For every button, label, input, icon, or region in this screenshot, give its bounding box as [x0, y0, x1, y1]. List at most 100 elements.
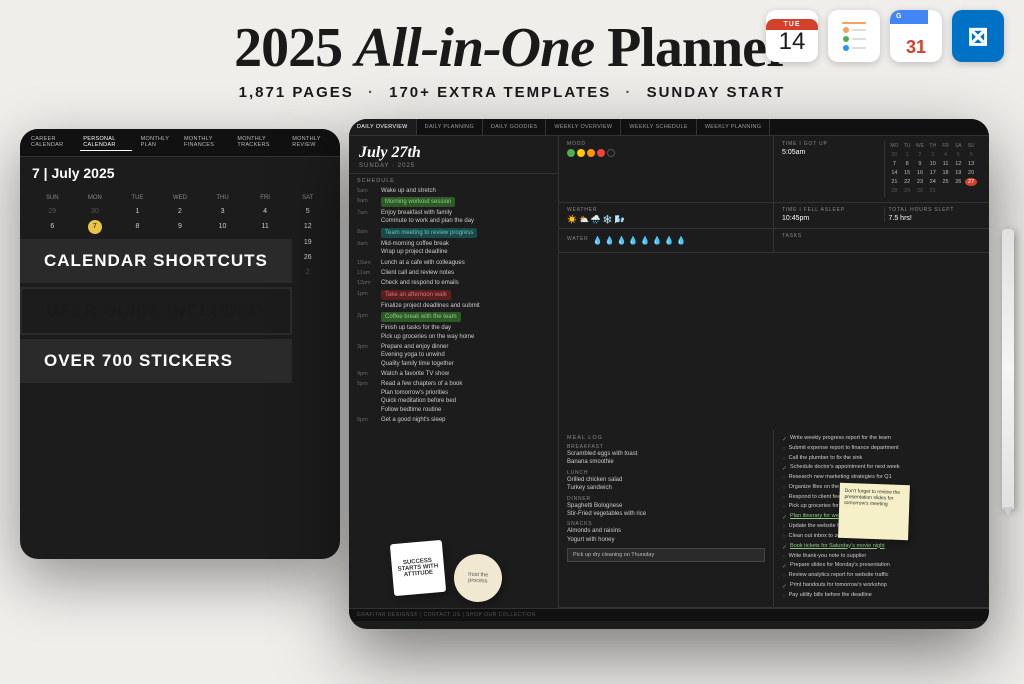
mini-cal-days: 30 1 2 3 4 5 6 7 8 9 [889, 151, 978, 195]
mini-calendar-cell: MO TU WE TH FR SA SU 3 [884, 141, 982, 197]
tab-weekly-planning[interactable]: WEEKLY PLANNING [697, 119, 771, 135]
time-fell-asleep-label: TIME I FELL ASLEEP [782, 207, 880, 213]
cal-day: 4 [245, 205, 286, 218]
planner-date-block: July 27th SUNDAY · 2025 [349, 136, 558, 174]
tasks-label-cell: TASKS [774, 229, 989, 252]
water-drop-5: 💧 [640, 236, 650, 245]
meal-item-dinner: DINNER Spaghetti BologneseStir-Fried veg… [567, 496, 765, 519]
mood-dot-green [567, 149, 575, 157]
calendar-month-header: 7 | July 2025 [20, 157, 340, 189]
cal-day: 30 [75, 205, 116, 218]
sticky-note-text: Don't forget to review the presentation … [844, 488, 900, 508]
water-drop-empty: 💧 [652, 236, 662, 245]
cal-day: 2 [160, 205, 201, 218]
mini-cal-header: MO TU WE TH FR SA SU [889, 143, 978, 149]
stylus [1002, 229, 1014, 509]
water-label: WATER [567, 236, 589, 242]
task-item: ○Pay utility bills before the deadline [782, 592, 981, 600]
tasks-label: TASKS [782, 233, 981, 239]
tab-daily-planning[interactable]: DAILY PLANNING [417, 119, 483, 135]
schedule-label: SCHEDULE [357, 178, 550, 184]
tab-weekly-schedule[interactable]: WEEKLY SCHEDULE [621, 119, 696, 135]
time-got-up-label: TIME I GOT UP [782, 141, 880, 147]
task-item: ○Submit expense report to finance depart… [782, 445, 981, 453]
badge-user-guide: USER GUIDE INCLUDED [20, 287, 292, 335]
meal-log-label: MEAL LOG [567, 435, 765, 441]
tab-monthly-review[interactable]: MONTHLY REVIEW [289, 134, 332, 151]
task-item: ✓Print handouts for tomorrow's workshop [782, 582, 981, 590]
cal-day: 6 [32, 220, 73, 234]
weather-icons: ☀️ ⛅ 🌧️ ❄️ 🌬️ [567, 215, 625, 224]
schedule-item: 4pm Watch a favorite TV show [357, 370, 550, 378]
cal-day-today: 7 [88, 220, 102, 234]
sleep-tracker: TIME I GOT UP 5:05am MO TU WE TH [774, 136, 989, 202]
tab-weekly-overview[interactable]: WEEKLY OVERVIEW [546, 119, 621, 135]
weather-water-row: WEATHER ☀️ ⛅ 🌧️ ❄️ 🌬️ TIME I FELL ASLEEP… [559, 203, 989, 229]
tab-daily-overview[interactable]: DAILY OVERVIEW [349, 119, 417, 135]
time-got-up-value: 5:05am [782, 149, 880, 156]
water-row: WATER 💧 💧 💧 💧 💧 💧 💧 💧 [559, 229, 989, 253]
task-item: ✓Book tickets for Saturday's movie night [782, 543, 981, 551]
cal-day: 26 [287, 251, 328, 264]
cal-day: 29 [32, 205, 73, 218]
title-italic: All-in-One [355, 17, 594, 79]
tab-daily-goodies[interactable]: DAILY GOODIES [483, 119, 547, 135]
day-header-sat: SAT [287, 195, 328, 201]
success-sticker: SUCCESS STARTS WITH ATTITUDE [390, 540, 446, 596]
weather-label: WEATHER [567, 207, 765, 213]
water-drop-2: 💧 [604, 236, 614, 245]
tab-monthly-plan[interactable]: MONTHLY PLAN [138, 134, 175, 151]
badge-stickers: OVER 700 STICKERS [20, 339, 292, 383]
tab-career-calendar[interactable]: CAREER CALENDAR [28, 134, 74, 151]
reminders-icon[interactable] [828, 10, 880, 62]
badge-stickers-text: OVER 700 STICKERS [44, 351, 233, 370]
main-content: CAREER CALENDAR PERSONAL CALENDAR MONTHL… [0, 109, 1024, 639]
start-text: SUNDAY START [647, 84, 786, 101]
feature-badges: CALENDAR SHORTCUTS USER GUIDE INCLUDED O… [20, 239, 292, 383]
day-header-tue: TUE [117, 195, 158, 201]
task-item: ✓Write weekly progress report for the te… [782, 435, 981, 443]
tab-monthly-trackers[interactable]: MONTHLY TRACKERS [234, 134, 283, 151]
schedule-item: 11am Client call and review notes [357, 269, 550, 277]
apple-calendar-icon[interactable]: TUE 14 [766, 10, 818, 62]
cal-day: 8 [117, 220, 158, 234]
water-drop-1: 💧 [593, 236, 603, 245]
schedule-item: 9am Mid-morning coffee breakWrap up proj… [357, 240, 550, 257]
task-item: ✓Schedule doctor's appointment for next … [782, 464, 981, 472]
water-drop-empty-2: 💧 [664, 236, 674, 245]
schedule-item: 12pm Check and respond to emails [357, 279, 550, 287]
task-item: ○Review analytics report for website tra… [782, 572, 981, 580]
tab-personal-calendar[interactable]: PERSONAL CALENDAR [80, 134, 131, 151]
sticky-note: Don't forget to review the presentation … [838, 482, 910, 539]
title-suffix: Planner [594, 17, 790, 79]
tab-monthly-finances[interactable]: MONTHLY FINANCES [181, 134, 228, 151]
day-header-wed: WED [160, 195, 201, 201]
schedule-item: 5pm Read a few chapters of a bookPlan to… [357, 380, 550, 414]
schedule-item: Finish up tasks for the dayPick up groce… [357, 324, 550, 341]
cal-day: 12 [287, 220, 328, 234]
schedule-item: 5am Wake up and stretch [357, 187, 550, 195]
google-calendar-icon[interactable]: 31 G [890, 10, 942, 62]
calendar-day-headers: SUN MON TUE WED THU FRI SAT [32, 195, 328, 201]
outlook-icon[interactable]: ⊠ [952, 10, 1004, 62]
meals-tasks-section: MEAL LOG BREAKFAST Scrambled eggs with t… [559, 430, 989, 608]
task-item: ○Research new marketing strategies for Q… [782, 474, 981, 482]
mood-dot-red [597, 149, 605, 157]
outlook-letter: ⊠ [967, 21, 989, 52]
meal-item-breakfast: BREAKFAST Scrambled eggs with toastBanan… [567, 444, 765, 467]
day-header-thu: THU [202, 195, 243, 201]
planner-top-nav: DAILY OVERVIEW DAILY PLANNING DAILY GOOD… [349, 119, 989, 136]
tablet-footer: GRAFITAR DESIGNS® | CONTACT US | SHOP OU… [349, 608, 989, 621]
schedule-item: 1pm Take an afternoon walk [357, 290, 550, 300]
mood-dot-empty [607, 149, 615, 157]
sleep-time-cell: TIME I FELL ASLEEP 10:45pm TOTAL HOURS S… [774, 203, 989, 228]
mood-tracker: MOOD [559, 136, 774, 202]
tracker-row: MOOD TIME [559, 136, 989, 203]
cal-day: 1 [117, 205, 158, 218]
schedule-item: 10am Lunch at a cafe with colleagues [357, 259, 550, 267]
day-header-mon: MON [75, 195, 116, 201]
cal-day: 3 [202, 205, 243, 218]
schedule-item: 7am Enjoy breakfast with familyCommute t… [357, 209, 550, 226]
apple-cal-day-num: 14 [779, 30, 806, 54]
badge-calendar-shortcuts: CALENDAR SHORTCUTS [20, 239, 292, 283]
